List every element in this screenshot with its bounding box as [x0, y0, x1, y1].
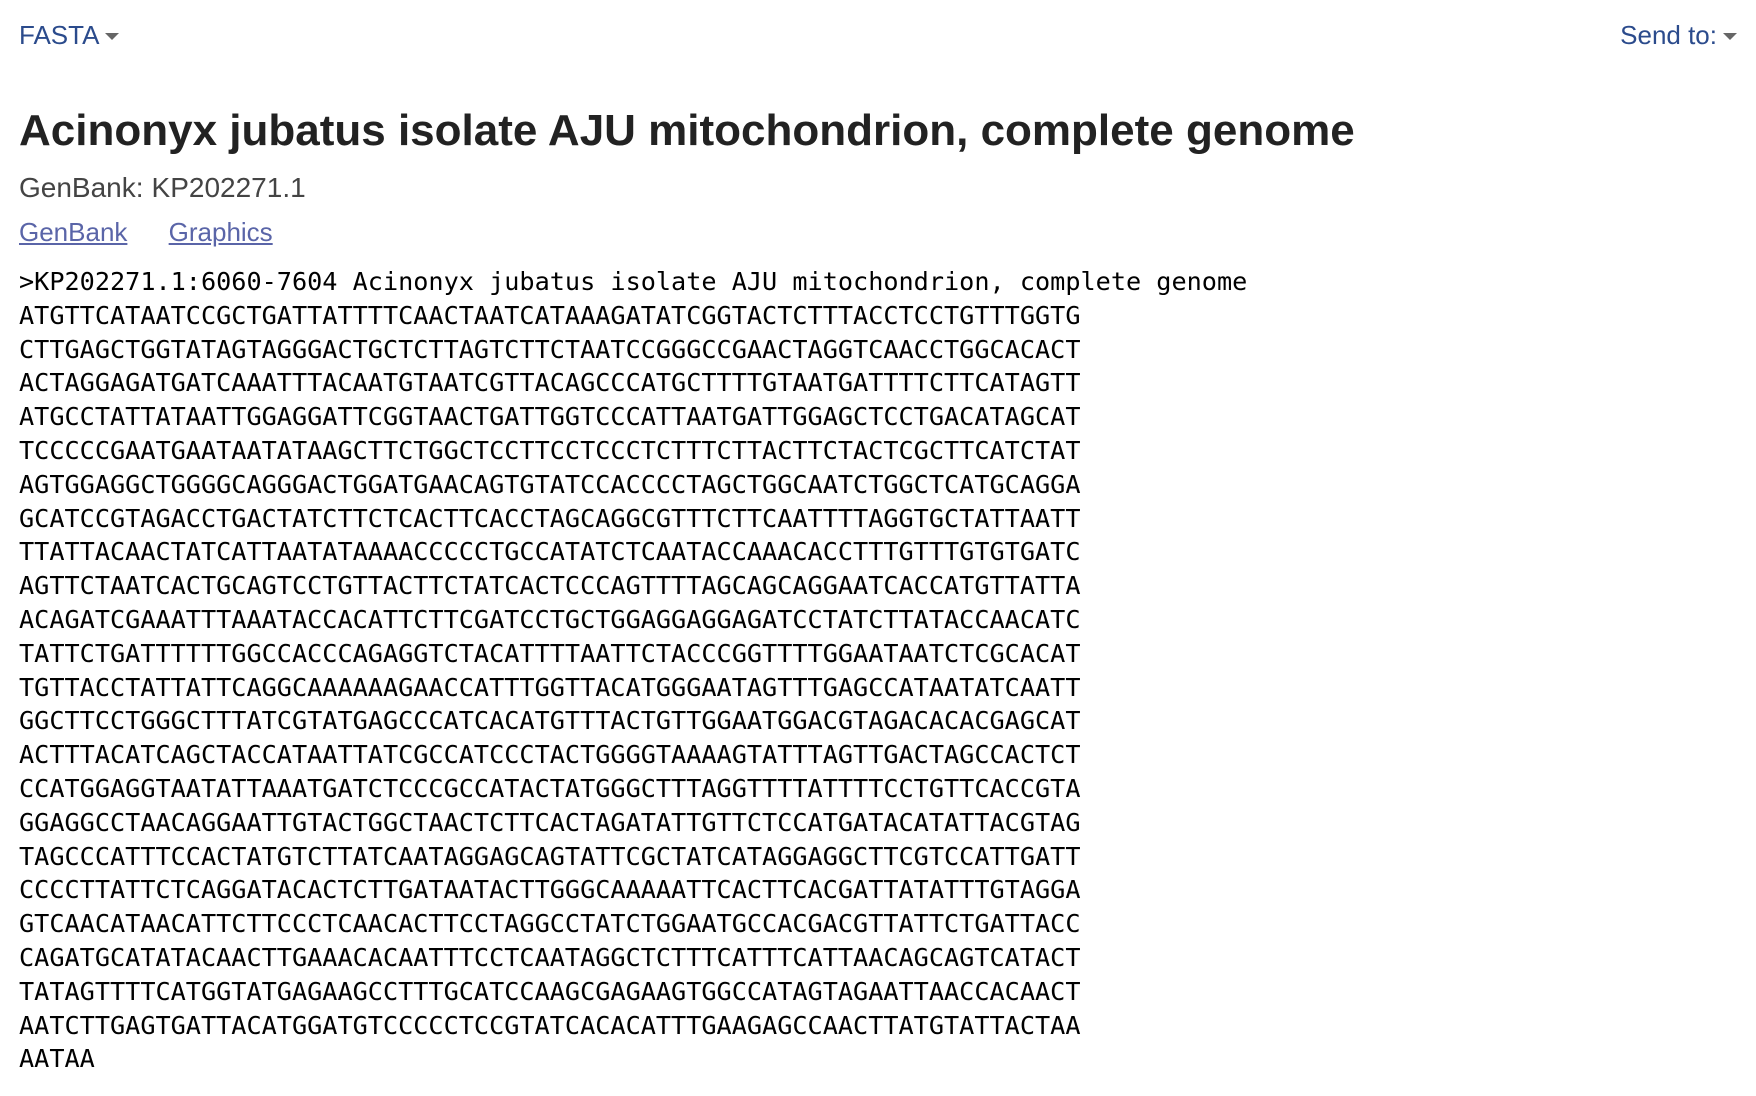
sequence-line: TCCCCCGAATGAATAATATAAGCTTCTGGCTCCTTCCTCC…: [19, 435, 1081, 465]
sequence-line: AATAA: [19, 1044, 95, 1074]
send-to-dropdown[interactable]: Send to:: [1620, 18, 1737, 52]
sequence-line: GGAGGCCTAACAGGAATTGTACTGGCTAACTCTTCACTAG…: [19, 807, 1081, 837]
sequence-line: AGTTCTAATCACTGCAGTCCTGTTACTTCTATCACTCCCA…: [19, 571, 1081, 601]
sequence-line: ACTTTACATCAGCTACCATAATTATCGCCATCCCTACTGG…: [19, 740, 1081, 770]
sequence-line: AGTGGAGGCTGGGGCAGGGACTGGATGAACAGTGTATCCA…: [19, 469, 1081, 499]
sequence-line: GGCTTCCTGGGCTTTATCGTATGAGCCCATCACATGTTTA…: [19, 706, 1081, 736]
sequence-line: TATAGTTTTCATGGTATGAGAAGCCTTTGCATCCAAGCGA…: [19, 976, 1081, 1006]
chevron-down-icon: [105, 33, 120, 40]
sequence-line: TTATTACAACTATCATTAATATAAAACCCCCTGCCATATC…: [19, 537, 1081, 567]
sequence-line: AATCTTGAGTGATTACATGGATGTCCCCCTCCGTATCACA…: [19, 1010, 1081, 1040]
graphics-link[interactable]: Graphics: [169, 217, 273, 247]
sequence-line: ACAGATCGAAATTTAAATACCACATTCTTCGATCCTGCTG…: [19, 604, 1081, 634]
accession-value: KP202271.1: [151, 172, 306, 203]
sequence-line: CAGATGCATATACAACTTGAAACACAATTTCCTCAATAGG…: [19, 942, 1081, 972]
format-label: FASTA: [19, 20, 100, 50]
send-to-label: Send to:: [1620, 20, 1717, 50]
sequence-line: ATGCCTATTATAATTGGAGGATTCGGTAACTGATTGGTCC…: [19, 402, 1081, 432]
page-title: Acinonyx jubatus isolate AJU mitochondri…: [19, 106, 1355, 155]
sequence-line: ACTAGGAGATGATCAAATTTACAATGTAATCGTTACAGCC…: [19, 368, 1081, 398]
sequence-line: CCCCTTATTCTCAGGATACACTCTTGATAATACTTGGGCA…: [19, 875, 1081, 905]
top-toolbar: FASTA Send to:: [19, 18, 1737, 52]
sequence-line: CCATGGAGGTAATATTAAATGATCTCCCGCCATACTATGG…: [19, 773, 1081, 803]
format-dropdown[interactable]: FASTA: [19, 18, 120, 52]
chevron-down-icon: [1723, 33, 1737, 40]
sequence-line: GCATCCGTAGACCTGACTATCTTCTCACTTCACCTAGCAG…: [19, 503, 1081, 533]
sequence-line: CTTGAGCTGGTATAGTAGGGACTGCTCTTAGTCTTCTAAT…: [19, 334, 1081, 364]
genbank-link[interactable]: GenBank: [19, 217, 127, 247]
fasta-sequence: >KP202271.1:6060-7604 Acinonyx jubatus i…: [19, 265, 1247, 1076]
view-links: GenBank Graphics: [19, 215, 307, 249]
sequence-line: TAGCCCATTTCCACTATGTCTTATCAATAGGAGCAGTATT…: [19, 841, 1081, 871]
accession-label: GenBank:: [19, 172, 144, 203]
sequence-line: ATGTTCATAATCCGCTGATTATTTTCAACTAATCATAAAG…: [19, 300, 1081, 330]
sequence-line: GTCAACATAACATTCTTCCCTCAACACTTCCTAGGCCTAT…: [19, 909, 1081, 939]
accession-line: GenBank: KP202271.1: [19, 170, 306, 206]
sequence-line: TATTCTGATTTTTTGGCCACCCAGAGGTCTACATTTTAAT…: [19, 638, 1081, 668]
sequence-line: TGTTACCTATTATTCAGGCAAAAAAGAACCATTTGGTTAC…: [19, 672, 1081, 702]
fasta-defline: >KP202271.1:6060-7604 Acinonyx jubatus i…: [19, 267, 1248, 296]
